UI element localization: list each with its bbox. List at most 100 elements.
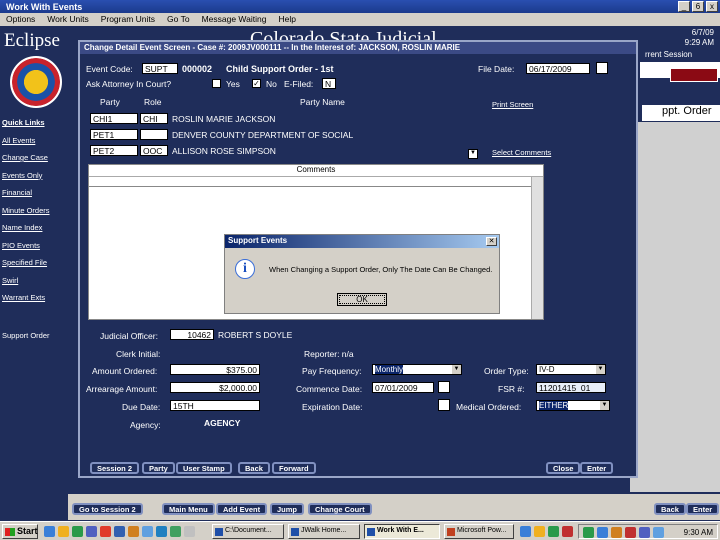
party-cell[interactable]: PET2	[90, 145, 138, 156]
message-title: Support Events	[225, 235, 499, 248]
quick-launch-icon[interactable]	[114, 526, 125, 537]
tray-icon[interactable]	[583, 527, 594, 538]
close-button[interactable]: Close	[546, 462, 581, 474]
quick-launch-icon[interactable]	[100, 526, 111, 537]
menu-message-waiting[interactable]: Message Waiting	[202, 14, 267, 25]
taskbar-item-active[interactable]: Work With E...	[364, 524, 440, 539]
amount-ordered-label: Amount Ordered:	[92, 366, 158, 376]
jump-button[interactable]: Jump	[270, 503, 305, 515]
file-date-field[interactable]: 06/17/2009	[526, 63, 590, 74]
tray-icon[interactable]	[639, 527, 650, 538]
no-checkbox[interactable]: ✓	[252, 79, 261, 88]
reporter-label: Reporter: n/a	[304, 349, 354, 359]
judicial-officer-code[interactable]: 10462	[170, 329, 214, 340]
menu-options[interactable]: Options	[6, 14, 35, 25]
menu-program-units[interactable]: Program Units	[101, 14, 155, 25]
role-cell[interactable]: CHI	[140, 113, 168, 124]
tray-icon[interactable]	[653, 527, 664, 538]
nav-swirl[interactable]: Swirl	[2, 276, 66, 294]
role-cell[interactable]: OOC	[140, 145, 168, 156]
forward-button[interactable]: Forward	[272, 462, 316, 474]
session-2-button[interactable]: Session 2	[90, 462, 140, 474]
maximize-button[interactable]: 6	[692, 1, 704, 12]
nav-events-only[interactable]: Events Only	[2, 171, 66, 189]
medical-ordered-select[interactable]: EITHER ▼	[536, 400, 610, 411]
close-icon[interactable]: ✕	[486, 237, 497, 246]
party-button[interactable]: Party	[142, 462, 175, 474]
calendar-icon[interactable]	[438, 381, 450, 393]
clock[interactable]: 9:30 AM	[684, 528, 713, 537]
quick-launch-icon[interactable]	[72, 526, 83, 537]
nav-minute-orders[interactable]: Minute Orders	[2, 206, 66, 224]
nav-quick-links[interactable]: Quick Links	[2, 118, 66, 136]
party-cell[interactable]: PET1	[90, 129, 138, 140]
party-cell[interactable]: CHI1	[90, 113, 138, 124]
quick-launch-icon[interactable]	[58, 526, 69, 537]
taskbar-item[interactable]: Microsoft Pow...	[444, 524, 514, 539]
minimize-button[interactable]: _	[678, 1, 690, 12]
enter-button[interactable]: Enter	[580, 462, 614, 474]
calendar-icon[interactable]	[438, 399, 450, 411]
print-screen-link[interactable]: Print Screen	[492, 100, 533, 109]
pay-frequency-select[interactable]: Monthly ▼	[372, 364, 462, 375]
tray-icon[interactable]	[611, 527, 622, 538]
menu-go-to[interactable]: Go To	[167, 14, 190, 25]
yes-checkbox[interactable]	[212, 79, 221, 88]
right-red-button[interactable]	[670, 68, 718, 82]
fsr-field[interactable]: 11201415_01	[536, 382, 606, 393]
order-type-select[interactable]: IV-D ▼	[536, 364, 606, 375]
comments-scrollbar[interactable]	[531, 177, 543, 319]
back-button[interactable]: Back	[238, 462, 270, 474]
ok-button[interactable]: OK	[337, 293, 387, 306]
arrearage-field[interactable]: $2,000.00	[170, 382, 260, 393]
due-date-field[interactable]: 15TH	[170, 400, 260, 411]
quick-launch-icon[interactable]	[548, 526, 559, 537]
nav-specified-file[interactable]: Specified File	[2, 258, 66, 276]
event-code-field[interactable]: SUPT	[142, 63, 178, 74]
enter-button[interactable]: Enter	[686, 503, 720, 515]
quick-launch-icon[interactable]	[142, 526, 153, 537]
nav-name-index[interactable]: Name Index	[2, 223, 66, 241]
quick-launch-icon[interactable]	[562, 526, 573, 537]
scroll-down-icon[interactable]: ▼	[468, 149, 478, 159]
quick-launch-icon[interactable]	[170, 526, 181, 537]
nav-financial[interactable]: Financial	[2, 188, 66, 206]
taskbar-item-label: JWalk Home...	[301, 527, 347, 534]
commence-date-field[interactable]: 07/01/2009	[372, 382, 434, 393]
calendar-icon[interactable]	[596, 62, 608, 74]
tray-icon[interactable]	[625, 527, 636, 538]
menu-work-units[interactable]: Work Units	[47, 14, 88, 25]
quick-launch-icon[interactable]	[44, 526, 55, 537]
tray-icon[interactable]	[597, 527, 608, 538]
nav-warrant-exts[interactable]: Warrant Exts	[2, 293, 66, 311]
menu-help[interactable]: Help	[278, 14, 295, 25]
comments-input[interactable]	[89, 177, 531, 187]
close-button[interactable]: x	[706, 1, 718, 12]
change-court-button[interactable]: Change Court	[308, 503, 372, 515]
efiled-field[interactable]: N	[322, 78, 336, 89]
quick-launch-icon[interactable]	[128, 526, 139, 537]
role-cell[interactable]	[140, 129, 168, 140]
nav-pio-events[interactable]: PIO Events	[2, 241, 66, 259]
order-type-label: Order Type:	[484, 366, 529, 376]
quick-launch-icon[interactable]	[520, 526, 531, 537]
select-comments-link[interactable]: Select Comments	[492, 148, 551, 157]
amount-ordered-field[interactable]: $375.00	[170, 364, 260, 375]
system-tray: 9:30 AM	[578, 524, 718, 539]
user-stamp-button[interactable]: User Stamp	[176, 462, 232, 474]
quick-launch-icon[interactable]	[184, 526, 195, 537]
main-menu-button[interactable]: Main Menu	[162, 503, 215, 515]
taskbar-item[interactable]: JWalk Home...	[288, 524, 360, 539]
taskbar-item[interactable]: C:\Document...	[212, 524, 284, 539]
quick-launch-icon[interactable]	[156, 526, 167, 537]
quick-launch-icon[interactable]	[86, 526, 97, 537]
nav-change-case[interactable]: Change Case	[2, 153, 66, 171]
back-button[interactable]: Back	[654, 503, 686, 515]
go-to-session-2-button[interactable]: Go to Session 2	[72, 503, 143, 515]
start-label: Start	[17, 526, 38, 536]
nav-all-events[interactable]: All Events	[2, 136, 66, 154]
quick-launch-icon[interactable]	[534, 526, 545, 537]
add-event-button[interactable]: Add Event	[216, 503, 268, 515]
start-button[interactable]: Start	[2, 524, 38, 539]
nav-support-order[interactable]: Support Order	[2, 331, 66, 349]
